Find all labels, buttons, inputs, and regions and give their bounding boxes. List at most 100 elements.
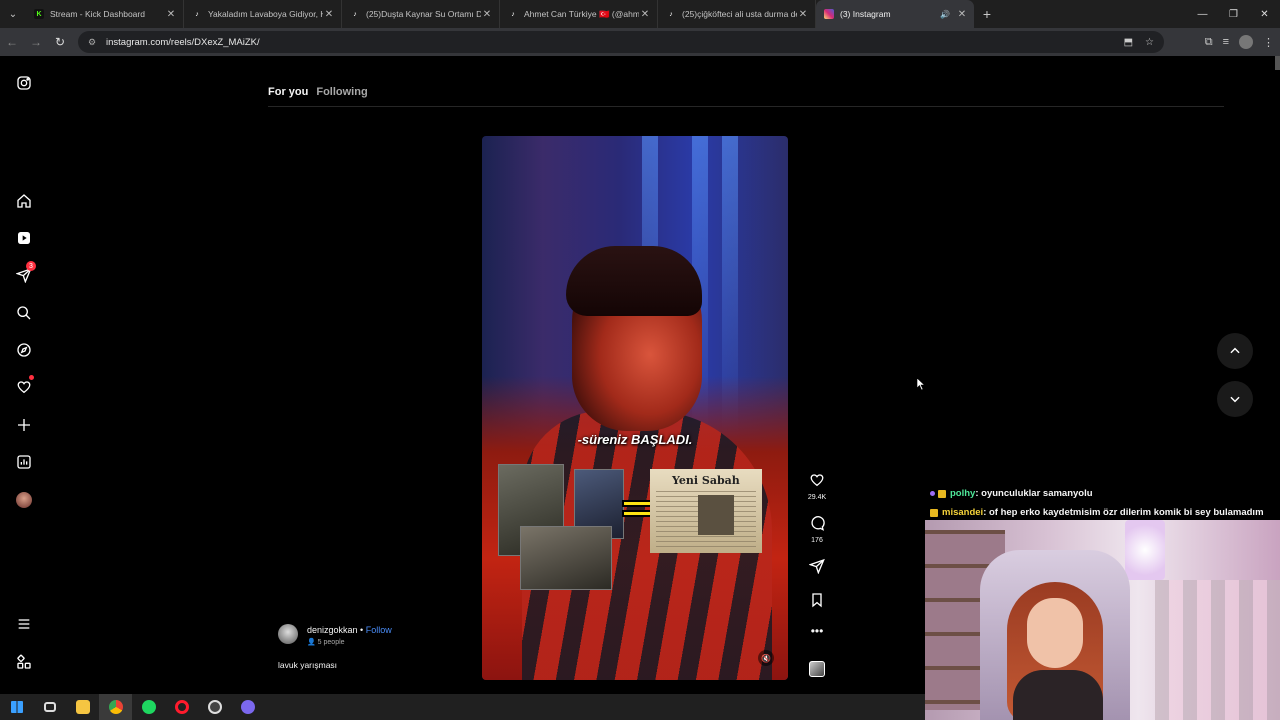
chat-username: polhy — [950, 488, 976, 499]
like-button[interactable]: 29.4K — [806, 472, 828, 501]
extensions-icon[interactable]: ⧉ — [1205, 36, 1213, 49]
messages-icon[interactable]: 3 — [14, 261, 36, 285]
search-icon[interactable] — [14, 303, 34, 323]
audio-thumbnail[interactable] — [806, 661, 828, 677]
kick-icon: K — [34, 9, 44, 19]
tab-audio-icon[interactable]: 🔊 — [940, 10, 950, 19]
more-menu-icon[interactable] — [14, 614, 34, 634]
tiktok-icon: ♪ — [195, 10, 199, 18]
chat-username: misandei — [942, 507, 984, 518]
collage-photo — [520, 526, 612, 590]
tab-title: (25)Duşta Kaynar Su Ortamı De — [366, 9, 481, 19]
notification-badge: 3 — [26, 261, 36, 271]
page-scrollbar[interactable] — [1275, 56, 1280, 70]
profile-avatar[interactable] — [1239, 35, 1253, 49]
tab-title: Stream - Kick Dashboard — [50, 9, 145, 19]
opera-icon[interactable] — [165, 694, 198, 720]
comment-icon — [811, 516, 825, 531]
notification-dot — [29, 375, 34, 380]
follow-button[interactable]: Follow — [366, 625, 392, 635]
bookmark-icon — [812, 593, 822, 608]
browser-tab[interactable]: ♪ Yakaladım Lavaboya Gidiyor, H ✕ — [184, 0, 342, 28]
chat-badge-icon — [930, 491, 935, 496]
tiktok-icon: ♪ — [669, 10, 673, 18]
tab-for-you[interactable]: For you — [268, 86, 308, 98]
browser-tab-strip: ⌄ K Stream - Kick Dashboard ✕ ♪ Yakaladım La… — [0, 0, 1280, 28]
share-button[interactable] — [806, 558, 828, 579]
task-view-icon[interactable] — [33, 694, 66, 720]
newspaper-photo — [698, 495, 734, 535]
comment-button[interactable]: 176 — [806, 515, 828, 544]
address-bar[interactable]: ⚙ instagram.com/reels/DXexZ_MAiZK/ ⬒ ☆ — [78, 31, 1164, 53]
browser-tab[interactable]: ♪ (25)Duşta Kaynar Su Ortamı De ✕ — [342, 0, 500, 28]
save-button[interactable] — [806, 592, 828, 613]
browser-toolbar: ← → ↻ ⚙ instagram.com/reels/DXexZ_MAiZK/… — [0, 28, 1280, 56]
collaborators-count: 5 people — [317, 639, 345, 646]
minimize-icon[interactable]: — — [1187, 9, 1218, 20]
chrome-icon[interactable] — [99, 694, 132, 720]
instagram-icon — [824, 9, 834, 19]
chevron-down-icon — [1230, 396, 1240, 403]
instagram-logo-icon[interactable] — [14, 73, 34, 93]
forward-icon[interactable]: → — [24, 35, 48, 49]
discord-icon[interactable] — [231, 694, 264, 720]
close-tab-icon[interactable]: ✕ — [639, 9, 651, 20]
restore-icon[interactable]: ❐ — [1218, 9, 1249, 20]
reels-icon[interactable] — [14, 228, 34, 248]
feed-tabs: For you Following — [268, 86, 368, 98]
close-tab-icon[interactable]: ✕ — [956, 9, 968, 20]
dashboard-icon[interactable] — [14, 452, 34, 472]
heart-icon — [810, 474, 824, 487]
notifications-heart-icon[interactable] — [14, 375, 34, 397]
browser-tab[interactable]: ♪ Ahmet Can Türkiye 🇹🇷 (@ahmet ✕ — [500, 0, 658, 28]
reel-caption: lavuk yarışması — [278, 660, 338, 670]
close-tab-icon[interactable]: ✕ — [481, 9, 493, 20]
tab-following[interactable]: Following — [316, 86, 367, 98]
decor-shelf — [1155, 580, 1280, 720]
collaborators-line[interactable]: 👤 5 people — [307, 638, 345, 646]
new-tab-button[interactable]: + — [974, 6, 1000, 22]
browser-menu-icon[interactable]: ⋮ — [1263, 36, 1274, 49]
profile-avatar-link[interactable] — [14, 490, 34, 510]
create-plus-icon[interactable] — [14, 415, 34, 435]
mute-toggle-icon[interactable]: 🔇 — [758, 650, 774, 666]
browser-tab[interactable]: ♪ (25)çiğköfteci ali usta durma de ✕ — [658, 0, 816, 28]
tab-search-button[interactable]: ⌄ — [0, 0, 26, 28]
spotify-icon[interactable] — [132, 694, 165, 720]
person-hair — [566, 246, 702, 316]
close-tab-icon[interactable]: ✕ — [797, 9, 809, 20]
windows-start-icon[interactable] — [0, 694, 33, 720]
media-control-icon[interactable]: ≡ — [1223, 36, 1229, 48]
site-info-icon[interactable]: ⚙ — [88, 37, 98, 47]
browser-tab[interactable]: (3) Instagram 🔊 ✕ — [816, 0, 974, 28]
home-icon[interactable] — [14, 191, 34, 211]
streamer-face — [1027, 598, 1083, 668]
next-reel-button[interactable] — [1217, 381, 1253, 417]
bookmark-star-icon[interactable]: ☆ — [1145, 37, 1154, 48]
install-app-icon[interactable]: ⬒ — [1124, 37, 1133, 48]
like-count: 29.4K — [807, 494, 827, 501]
avatar[interactable] — [278, 624, 298, 644]
separator: • — [357, 625, 366, 635]
reload-icon[interactable]: ↻ — [48, 35, 72, 49]
chat-message: polhy : oyunculuklar samanyolu — [930, 484, 1280, 503]
back-icon[interactable]: ← — [0, 35, 24, 49]
more-options-icon[interactable]: ••• — [806, 624, 828, 638]
previous-reel-button[interactable] — [1217, 333, 1253, 369]
close-tab-icon[interactable]: ✕ — [323, 9, 335, 20]
author-username[interactable]: denizgokkan — [307, 625, 358, 635]
file-explorer-icon[interactable] — [66, 694, 99, 720]
people-icon: 👤 — [307, 639, 318, 646]
explore-icon[interactable] — [14, 340, 34, 360]
url-text: instagram.com/reels/DXexZ_MAiZK/ — [106, 36, 260, 48]
streamer-webcam — [925, 520, 1280, 720]
reel-video[interactable]: -süreniz BAŞLADI. Yeni Sabah 🔇 — [482, 136, 788, 680]
close-tab-icon[interactable]: ✕ — [165, 9, 177, 20]
mouse-cursor-icon — [917, 378, 925, 390]
ring-light — [1125, 520, 1165, 580]
browser-tab[interactable]: K Stream - Kick Dashboard ✕ — [26, 0, 184, 28]
also-from-meta-icon[interactable] — [14, 652, 34, 672]
newspaper-masthead: Yeni Sabah — [672, 474, 740, 487]
close-window-icon[interactable]: ✕ — [1249, 9, 1280, 20]
obs-icon[interactable] — [198, 694, 231, 720]
